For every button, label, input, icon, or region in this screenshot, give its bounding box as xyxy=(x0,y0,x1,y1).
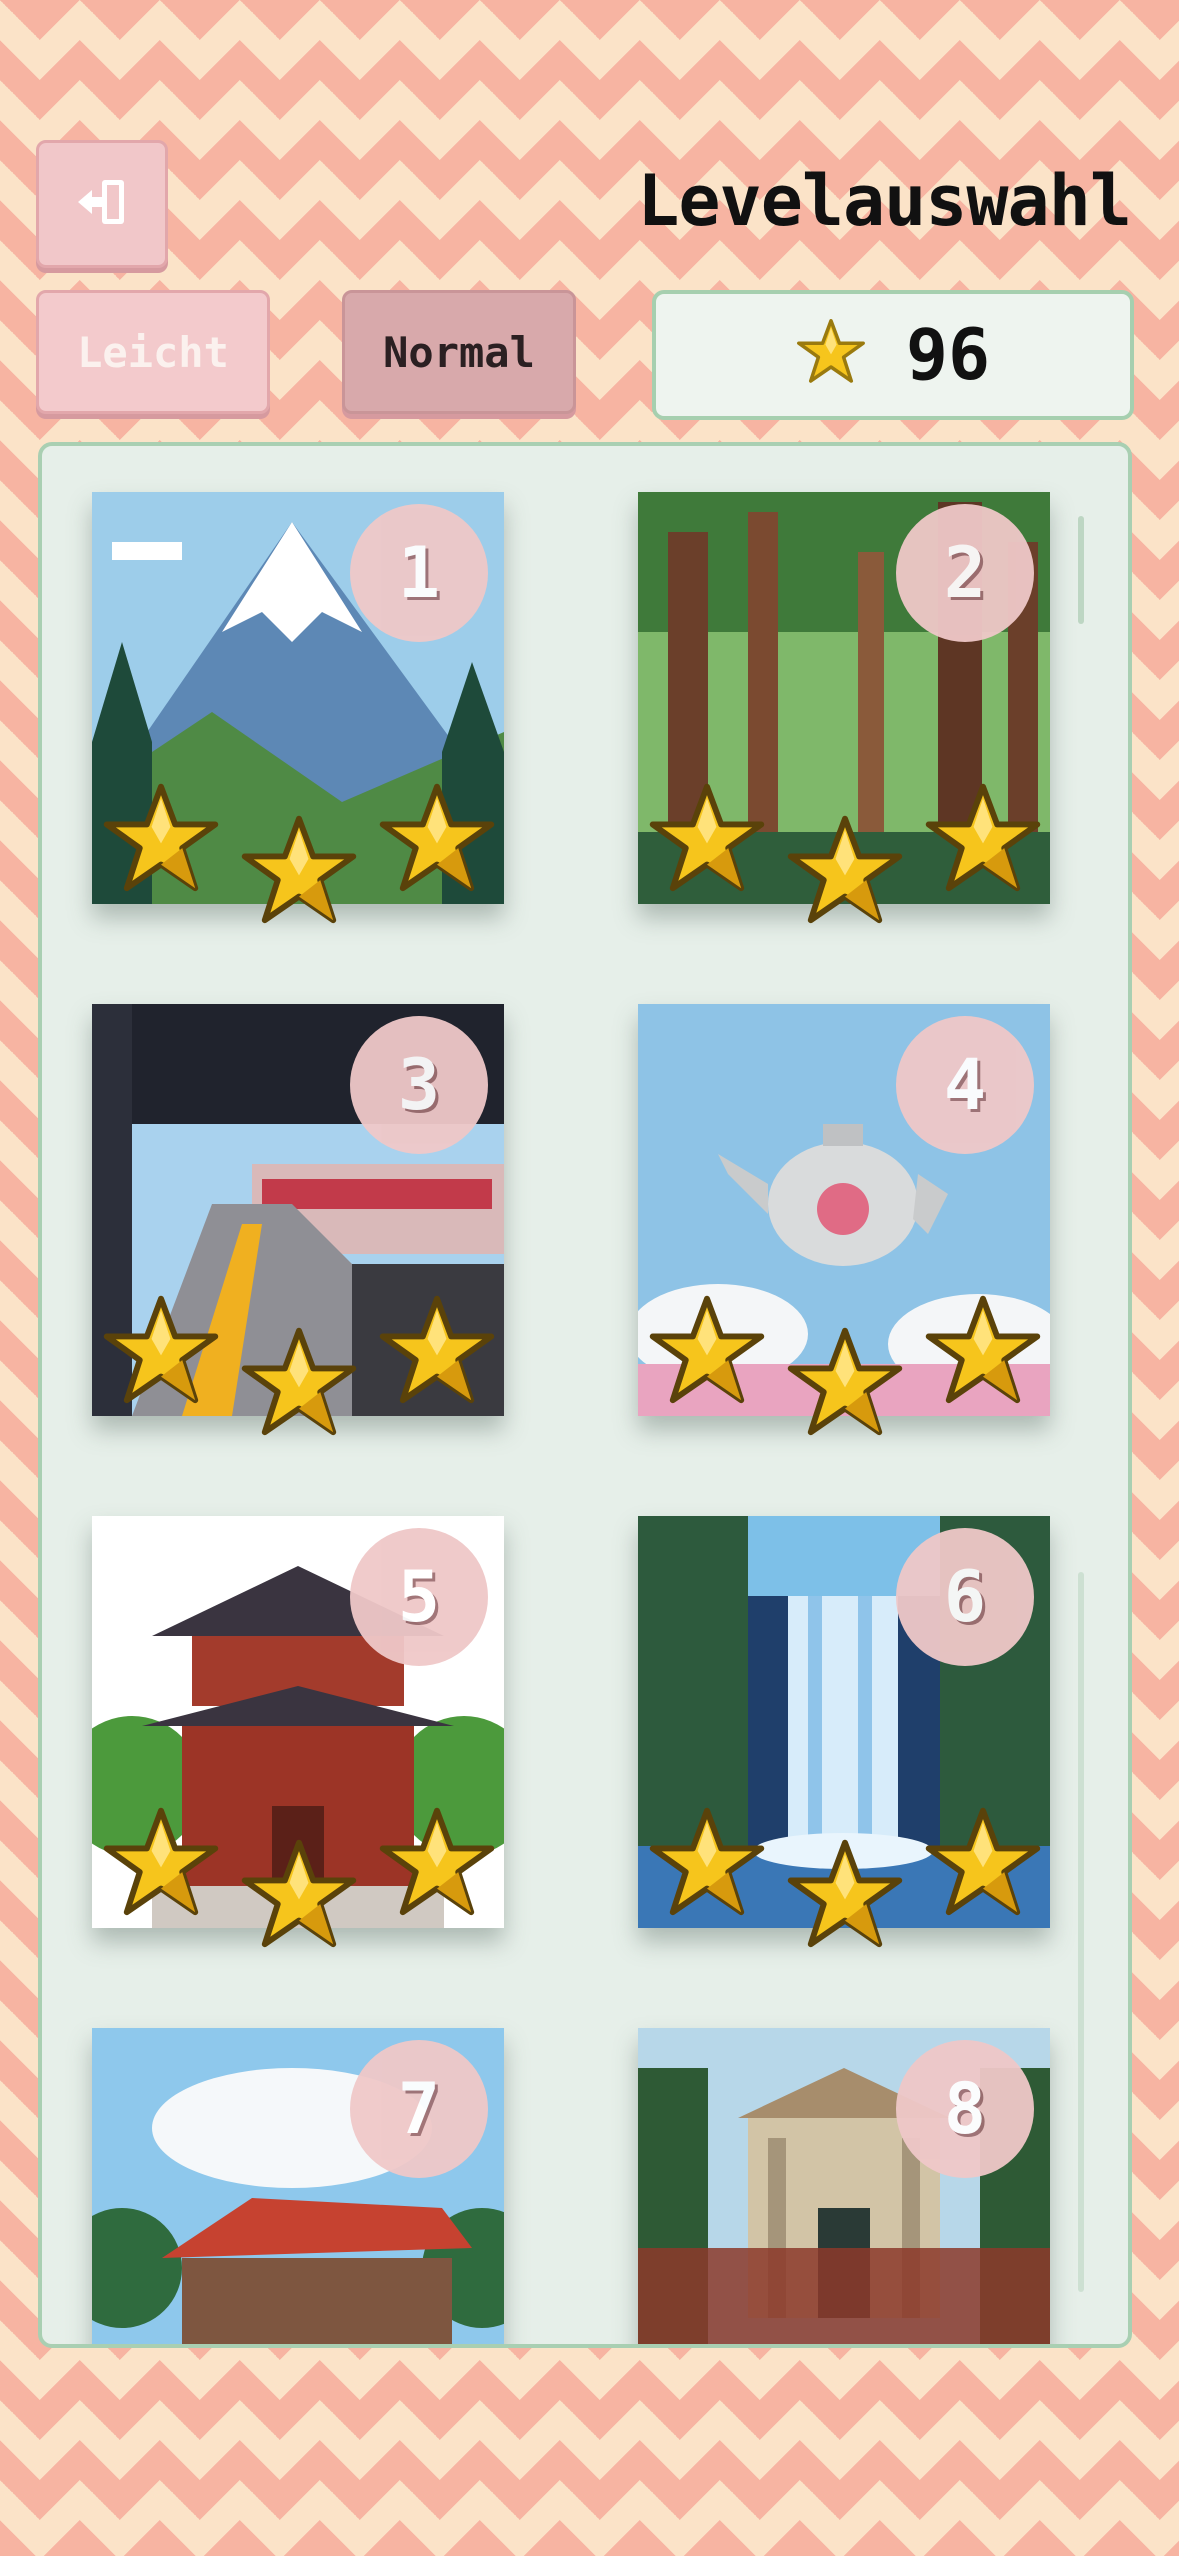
level-tile-4[interactable]: 4 xyxy=(638,1004,1050,1436)
total-stars-counter: 96 xyxy=(652,290,1134,420)
level-5-star-icon xyxy=(102,1806,220,1924)
mode-easy-button[interactable]: Leicht xyxy=(36,290,270,414)
level-tile-2[interactable]: 2 xyxy=(638,492,1050,924)
level-6-star-icon xyxy=(786,1838,904,1956)
level-1-star-icon xyxy=(102,782,220,900)
level-2-star-icon xyxy=(648,782,766,900)
level-4-star-icon xyxy=(786,1326,904,1444)
exit-door-icon xyxy=(74,176,130,232)
level-4-star-icon xyxy=(648,1294,766,1412)
level-2-star-icon xyxy=(924,782,1042,900)
level-tile-7[interactable]: 7 xyxy=(92,2028,504,2344)
star-icon xyxy=(796,318,866,392)
level-2-number: 2 xyxy=(896,504,1034,642)
scrollbar-top[interactable] xyxy=(1078,516,1084,624)
level-3-star-icon xyxy=(102,1294,220,1412)
level-3-star-icon xyxy=(240,1326,358,1444)
scrollbar-track[interactable] xyxy=(1078,1572,1084,2292)
level-1-number: 1 xyxy=(350,504,488,642)
level-5-number: 5 xyxy=(350,1528,488,1666)
level-tile-6[interactable]: 6 xyxy=(638,1516,1050,1948)
mode-normal-button[interactable]: Normal xyxy=(342,290,576,414)
level-tile-8[interactable]: 8 xyxy=(638,2028,1050,2344)
level-tile-1[interactable]: 1 xyxy=(92,492,504,924)
level-4-star-icon xyxy=(924,1294,1042,1412)
level-6-number: 6 xyxy=(896,1528,1034,1666)
level-6-star-icon xyxy=(924,1806,1042,1924)
level-tile-3[interactable]: 3 xyxy=(92,1004,504,1436)
level-6-star-icon xyxy=(648,1806,766,1924)
level-1-star-icon xyxy=(240,814,358,932)
level-3-star-icon xyxy=(378,1294,496,1412)
level-5-star-icon xyxy=(378,1806,496,1924)
level-5-star-icon xyxy=(240,1838,358,1956)
exit-button[interactable] xyxy=(36,140,168,268)
level-3-number: 3 xyxy=(350,1016,488,1154)
level-2-star-icon xyxy=(786,814,904,932)
level-4-number: 4 xyxy=(896,1016,1034,1154)
page-title: Levelauswahl xyxy=(637,160,1132,242)
total-stars-value: 96 xyxy=(905,314,991,396)
level-grid-panel[interactable]: 1 2 3 4 5 6 7 8 xyxy=(38,442,1132,2348)
level-tile-5[interactable]: 5 xyxy=(92,1516,504,1948)
level-1-star-icon xyxy=(378,782,496,900)
level-8-number: 8 xyxy=(896,2040,1034,2178)
level-7-number: 7 xyxy=(350,2040,488,2178)
